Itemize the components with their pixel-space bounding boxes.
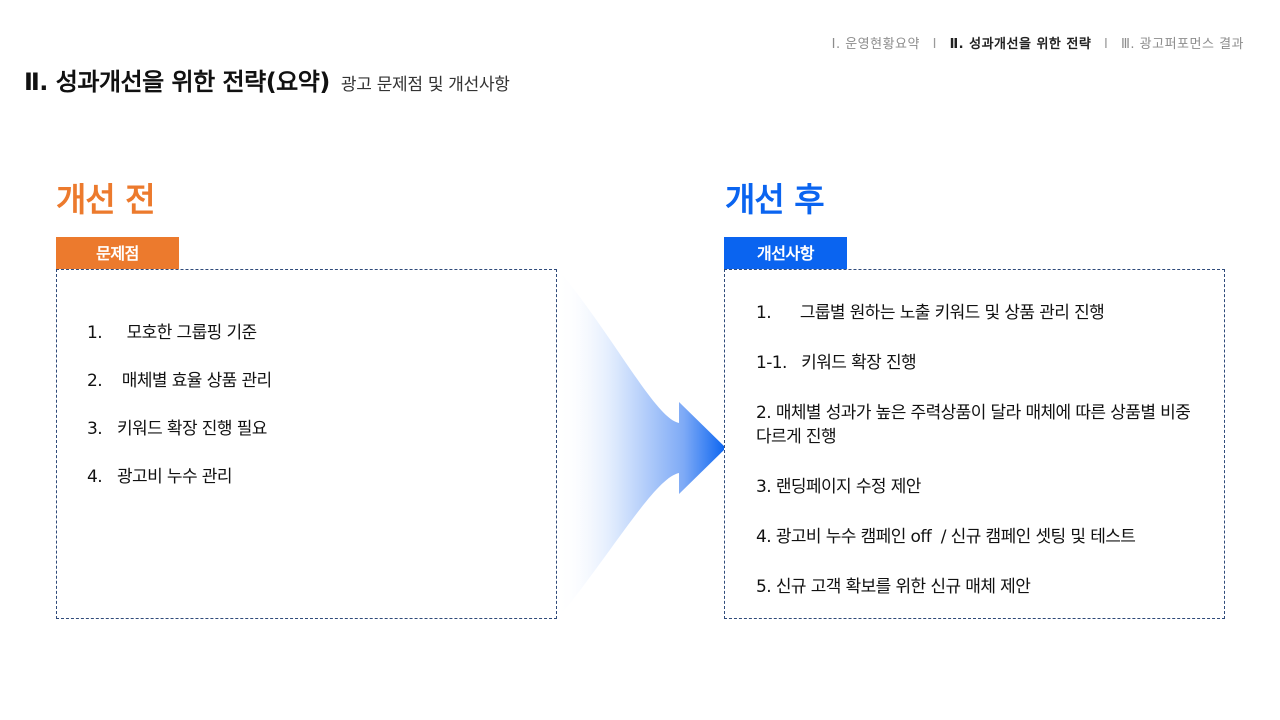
list-item: 1-1. 키워드 확장 진행	[756, 353, 917, 373]
item-text: 매체별 효율 상품 관리	[117, 371, 272, 391]
list-item: 2. 매체별 성과가 높은 주력상품이 달라 매체에 따른 상품별 비중 다르게…	[756, 403, 1191, 447]
list-item: 4. 광고비 누수 캠페인 off / 신규 캠페인 셋팅 및 테스트	[756, 527, 1136, 547]
item-number: 3.	[87, 419, 103, 439]
list-item: 1. 모호한 그룹핑 기준	[87, 318, 272, 366]
page-subtitle: 광고 문제점 및 개선사항	[340, 75, 510, 95]
item-number: 2.	[87, 371, 103, 391]
after-heading: 개선 후	[725, 180, 825, 219]
item-text: 광고비 누수 관리	[117, 467, 232, 487]
problems-box: 1. 모호한 그룹핑 기준 2. 매체별 효율 상품 관리 3. 키워드 확장 진…	[56, 269, 557, 619]
list-item: 1. 그룹별 원하는 노출 키워드 및 상품 관리 진행	[756, 303, 1105, 323]
list-item: 5. 신규 고객 확보를 위한 신규 매체 제안	[756, 577, 1031, 597]
nav-item-performance[interactable]: Ⅲ. 광고퍼포먼스 결과	[1121, 33, 1244, 52]
item-number: 4.	[87, 467, 103, 487]
list-item: 2. 매체별 효율 상품 관리	[87, 366, 272, 414]
nav-item-overview[interactable]: Ⅰ. 운영현황요약	[832, 33, 920, 52]
problems-list: 1. 모호한 그룹핑 기준 2. 매체별 효율 상품 관리 3. 키워드 확장 진…	[87, 318, 272, 510]
section-nav: Ⅰ. 운영현황요약 I Ⅱ. 성과개선을 위한 전략 I Ⅲ. 광고퍼포먼스 결…	[832, 33, 1244, 52]
item-text: 모호한 그룹핑 기준	[117, 323, 258, 343]
right-arrow-icon	[557, 268, 726, 620]
improvements-list: 1. 그룹별 원하는 노출 키워드 및 상품 관리 진행 1-1. 키워드 확장…	[756, 301, 1196, 625]
improvements-tag: 개선사항	[724, 237, 847, 271]
title-row: Ⅱ. 성과개선을 위한 전략(요약) 광고 문제점 및 개선사항	[24, 62, 510, 97]
nav-separator: I	[1103, 37, 1109, 52]
list-item: 3. 랜딩페이지 수정 제안	[756, 477, 921, 497]
problems-tag: 문제점	[56, 237, 179, 271]
page-title: Ⅱ. 성과개선을 위한 전략(요약)	[24, 68, 330, 96]
improvements-box: 1. 그룹별 원하는 노출 키워드 및 상품 관리 진행 1-1. 키워드 확장…	[724, 269, 1225, 619]
nav-separator: I	[932, 37, 937, 52]
list-item: 4. 광고비 누수 관리	[87, 462, 272, 510]
item-text: 키워드 확장 진행 필요	[117, 419, 267, 439]
nav-item-strategy[interactable]: Ⅱ. 성과개선을 위한 전략	[950, 33, 1092, 52]
before-heading: 개선 전	[56, 180, 156, 219]
list-item: 3. 키워드 확장 진행 필요	[87, 414, 272, 462]
item-number: 1.	[87, 323, 103, 343]
